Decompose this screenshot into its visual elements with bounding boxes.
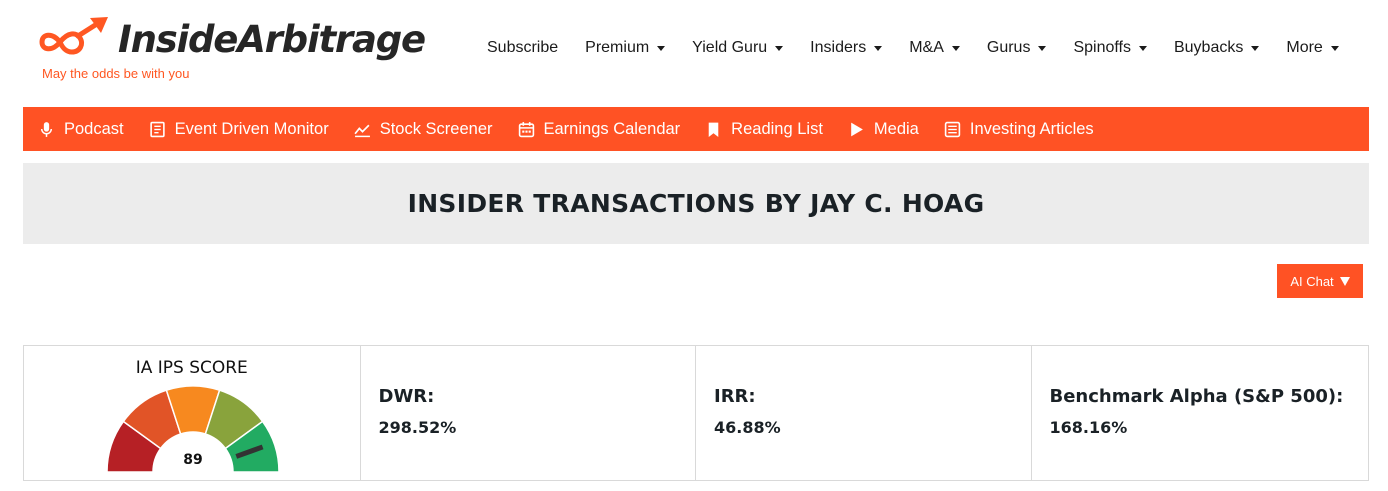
caret-down-icon (1330, 46, 1339, 51)
ips-score-cell: IA IPS SCORE 89 (24, 346, 361, 491)
ai-chat-label: AI Chat (1290, 273, 1334, 289)
brand-tagline: May the odds be with you (42, 66, 190, 81)
caret-down-icon (874, 46, 883, 51)
caret-down-icon (1339, 276, 1350, 286)
page-title-band: INSIDER TRANSACTIONS BY JAY C. HOAG (23, 163, 1369, 244)
toolbar-stock-screener[interactable]: Stock Screener (354, 120, 493, 139)
toolbar-label: Stock Screener (379, 119, 493, 138)
play-icon (848, 121, 865, 138)
metric-benchmark-alpha: Benchmark Alpha (S&P 500): 168.16% (1032, 346, 1369, 480)
metric-label: Benchmark Alpha (S&P 500): (1049, 386, 1344, 407)
toolbar-label: Investing Articles (969, 119, 1094, 138)
toolbar-podcast[interactable]: Podcast (38, 120, 124, 139)
list-icon (944, 121, 961, 138)
microphone-icon (38, 121, 55, 138)
nav-label: Premium (585, 39, 650, 56)
nav-label: Spinoffs (1073, 39, 1131, 56)
toolbar-label: Podcast (64, 119, 124, 138)
nav-premium[interactable]: Premium (585, 36, 666, 60)
toolbar-label: Media (873, 119, 919, 138)
nav-yield-guru[interactable]: Yield Guru (692, 36, 784, 60)
caret-down-icon (1251, 46, 1260, 51)
nav-buybacks[interactable]: Buybacks (1173, 36, 1260, 60)
infinity-arrow-logo-icon (39, 17, 108, 55)
metric-value: 168.16% (1049, 418, 1128, 437)
caret-down-icon (775, 46, 784, 51)
metric-label: DWR: (378, 386, 435, 407)
caret-down-icon (951, 46, 960, 51)
caret-down-icon (1038, 46, 1047, 51)
toolbar-event-driven-monitor[interactable]: Event Driven Monitor (149, 120, 329, 139)
toolbar-investing-articles[interactable]: Investing Articles (944, 120, 1094, 139)
nav-label: Yield Guru (692, 39, 768, 56)
bookmark-icon (705, 121, 722, 138)
calendar-icon (518, 121, 535, 138)
nav-label: Subscribe (487, 39, 559, 56)
metric-value: 298.52% (378, 418, 457, 437)
metric-label: IRR: (714, 386, 756, 407)
document-icon (149, 121, 166, 138)
toolbar-label: Reading List (731, 119, 823, 138)
caret-down-icon (657, 46, 666, 51)
nav-gurus[interactable]: Gurus (987, 36, 1047, 60)
toolbar-label: Event Driven Monitor (174, 119, 329, 138)
site-logo[interactable]: InsideArbitrage May the odds be with you (38, 12, 438, 88)
caret-down-icon (1138, 46, 1147, 51)
main-nav: Subscribe Premium Yield Guru Insiders M&… (487, 36, 1339, 60)
nav-label: Gurus (986, 39, 1031, 56)
ips-score-value: 89 (183, 452, 203, 468)
page-title: INSIDER TRANSACTIONS BY JAY C. HOAG (407, 189, 985, 218)
toolbar-media[interactable]: Media (848, 120, 919, 139)
nav-label: Insiders (810, 39, 867, 56)
chart-line-icon (354, 121, 371, 138)
metric-value: 46.88% (714, 418, 781, 437)
ips-score-gauge: 89 (106, 384, 280, 491)
nav-m-and-a[interactable]: M&A (909, 36, 960, 60)
nav-more[interactable]: More (1286, 36, 1339, 60)
brand-name: InsideArbitrage (118, 18, 426, 61)
insider-stats-panel: IA IPS SCORE 89 DWR: 298.52% IRR: 46.88%… (23, 345, 1369, 491)
nav-spinoffs[interactable]: Spinoffs (1073, 36, 1147, 60)
toolbar-earnings-calendar[interactable]: Earnings Calendar (518, 119, 681, 139)
metric-irr: IRR: 46.88% (696, 346, 1032, 480)
metric-dwr: DWR: 298.52% (361, 346, 696, 480)
nav-insiders[interactable]: Insiders (810, 36, 883, 60)
nav-label: M&A (909, 39, 944, 56)
nav-label: More (1286, 39, 1323, 56)
ips-score-title: IA IPS SCORE (135, 358, 248, 378)
nav-subscribe[interactable]: Subscribe (487, 36, 558, 60)
ai-chat-button[interactable]: AI Chat (1277, 264, 1363, 298)
toolbar-reading-list[interactable]: Reading List (705, 120, 823, 139)
nav-label: Buybacks (1173, 39, 1244, 56)
secondary-toolbar: Podcast Event Driven Monitor Stock Scree… (23, 107, 1369, 151)
toolbar-label: Earnings Calendar (543, 119, 681, 138)
